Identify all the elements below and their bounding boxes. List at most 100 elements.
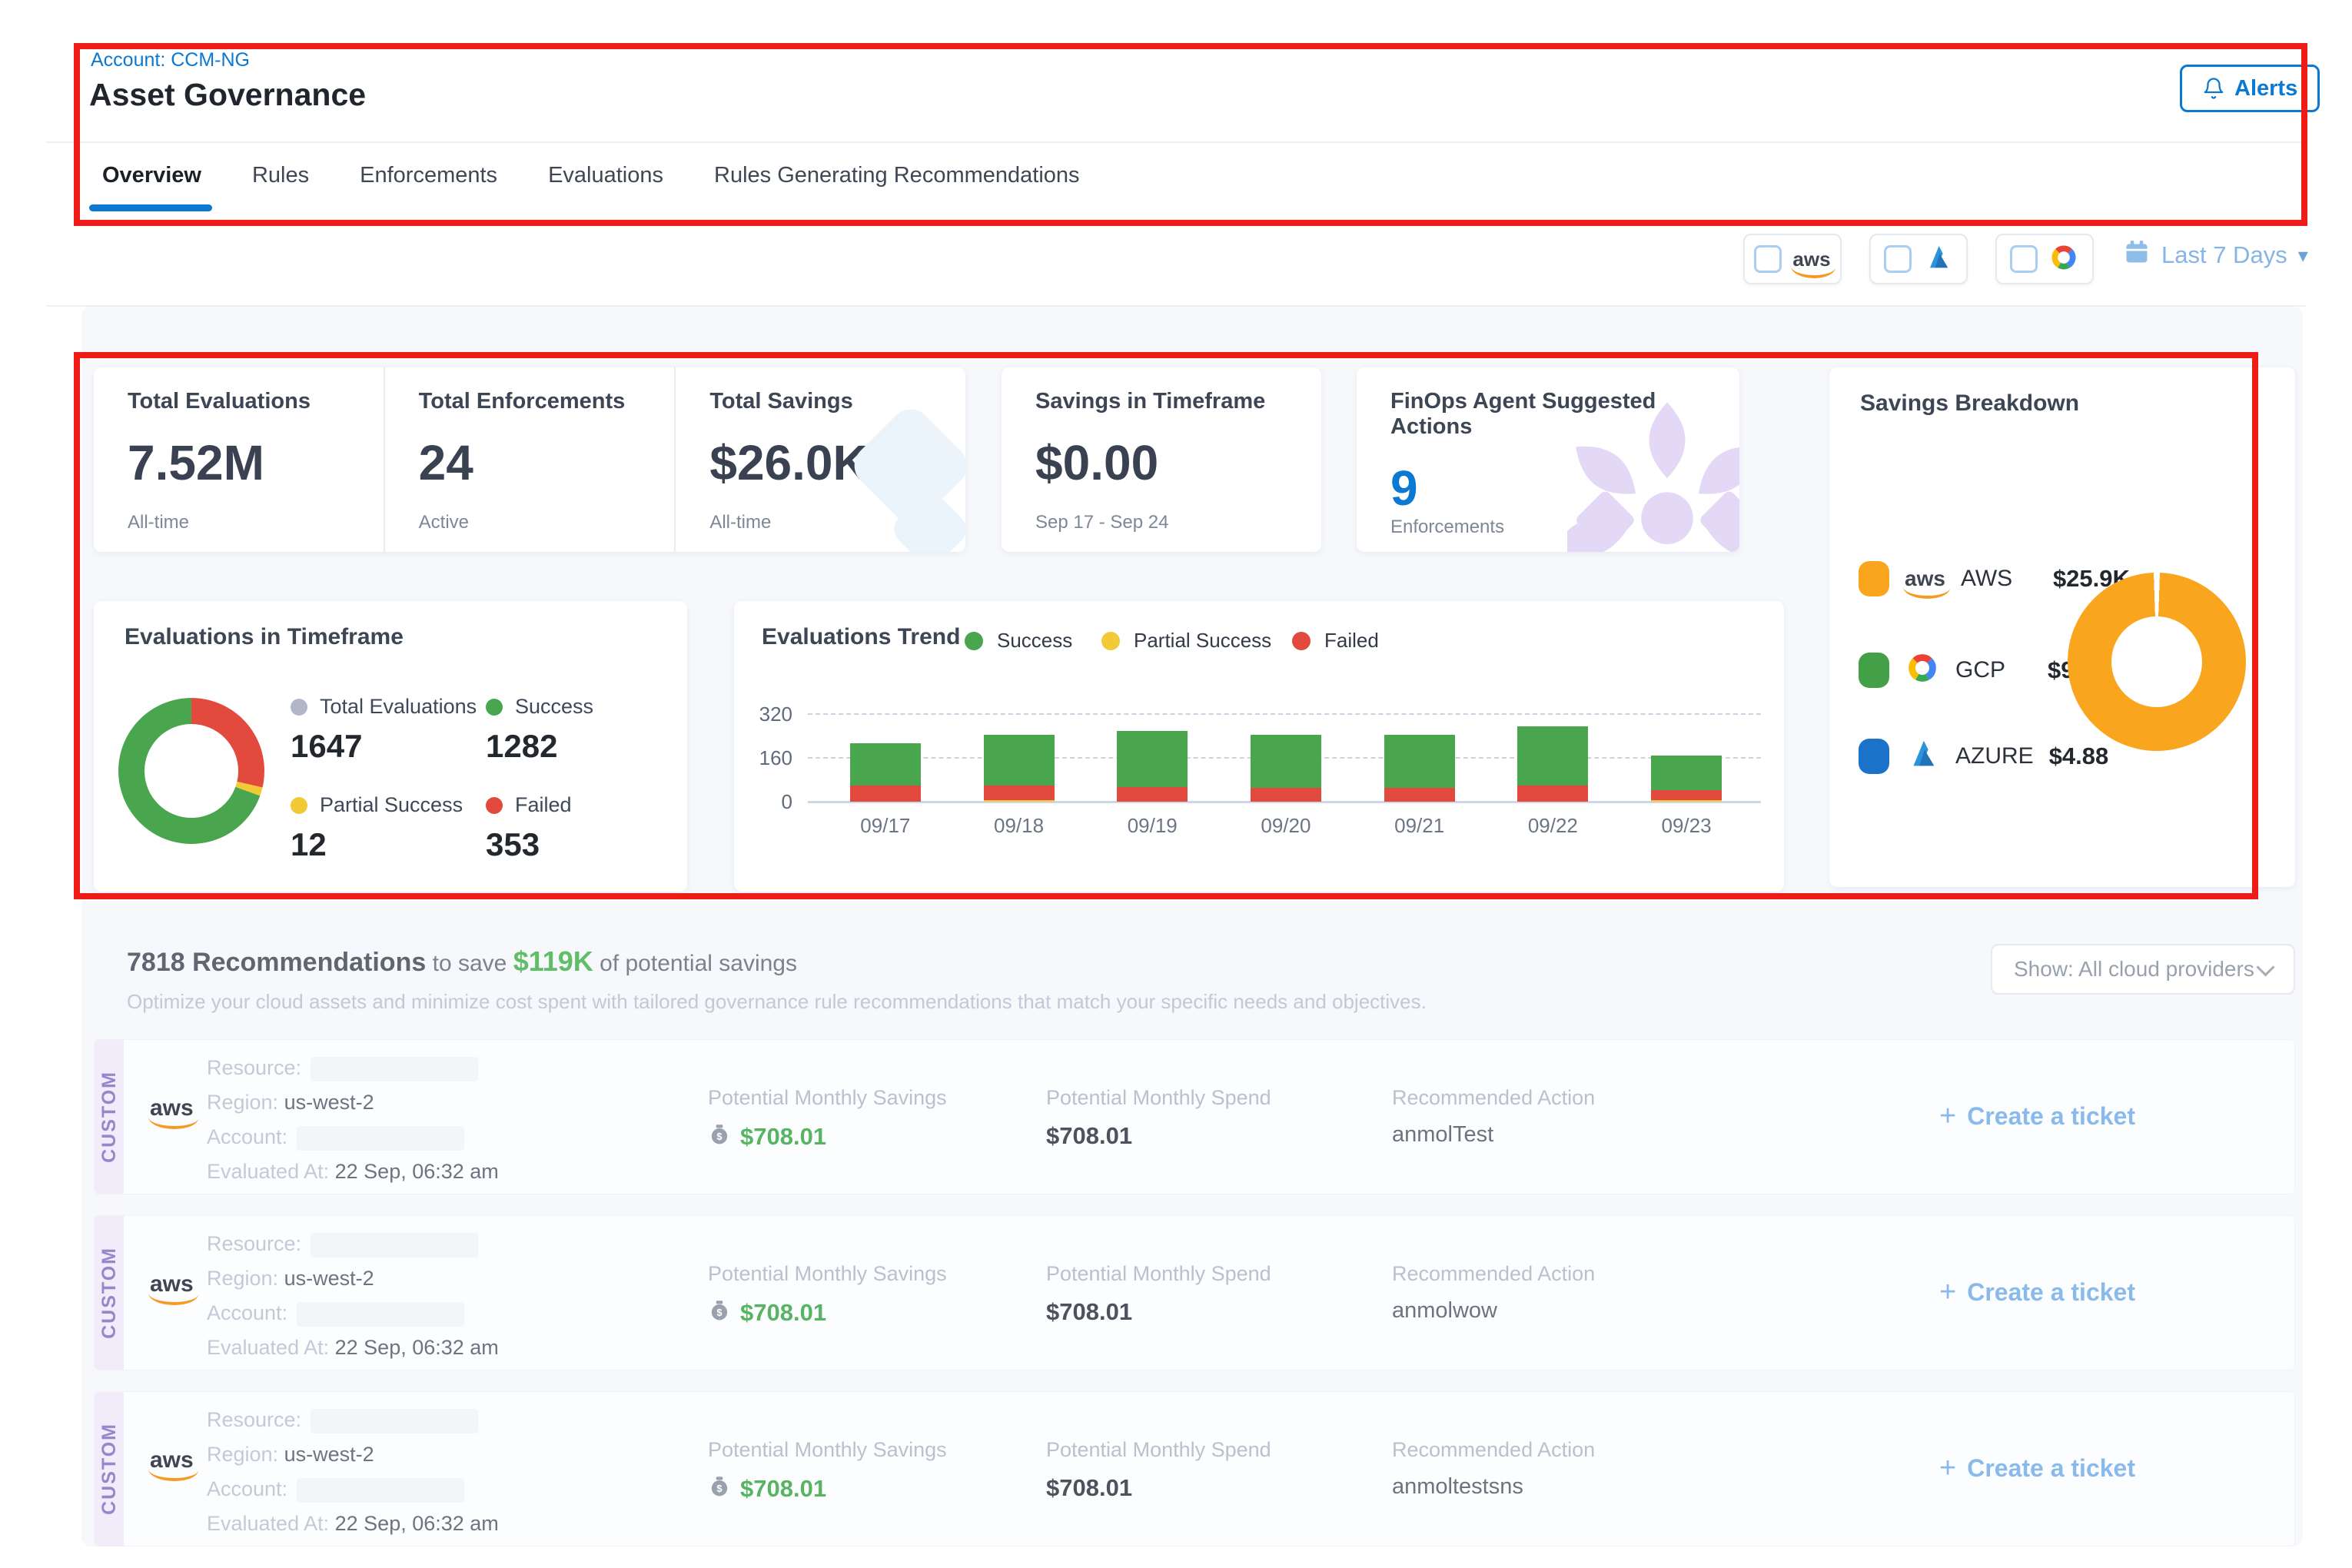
bar-segment	[1384, 735, 1455, 788]
create-ticket-label: Create a ticket	[1967, 1454, 2135, 1483]
tab-rules[interactable]: Rules	[252, 163, 309, 188]
bar-segment	[1384, 788, 1455, 802]
recommendations-count: 7818 Recommendations	[127, 948, 426, 977]
filter-provider-aws[interactable]: aws	[1743, 234, 1842, 284]
success-dot	[486, 699, 503, 716]
legend-label: Failed	[1324, 629, 1379, 653]
action-value: anmoltestsns	[1392, 1474, 1595, 1500]
stat-sub: Sep 17 - Sep 24	[1035, 512, 1321, 533]
tab-evaluations[interactable]: Evaluations	[548, 163, 663, 188]
failed-dot	[486, 797, 503, 814]
trend-bar-09/18: 09/18	[984, 712, 1055, 802]
account-label: Account:	[207, 1477, 287, 1500]
resource-fields: Resource: Region: us-west-2 Account: Eva…	[207, 1051, 499, 1189]
bar-segment	[1251, 735, 1321, 788]
redacted-resource-value	[311, 1057, 478, 1081]
page-title: Asset Governance	[89, 77, 366, 113]
evaluated-label: Evaluated At:	[207, 1512, 329, 1535]
card-title: Evaluations in Timeframe	[125, 624, 404, 650]
legend-label: Partial Success	[1134, 629, 1271, 653]
aws-icon: aws	[1792, 249, 1830, 269]
savings-breakdown-card: Savings Breakdown aws AWS $25.9K GCP $97…	[1829, 367, 2295, 887]
recommendation-row: CUSTOM aws Resource: Region: us-west-2 A…	[94, 1391, 2295, 1546]
aws-icon: aws	[1905, 568, 1945, 590]
x-axis-label: 09/20	[1215, 814, 1357, 838]
trend-bar-09/22: 09/22	[1517, 712, 1588, 802]
azure-checkbox[interactable]	[1884, 245, 1912, 273]
dropdown-value: Show: All cloud providers	[2014, 957, 2254, 982]
alerts-button-label: Alerts	[2234, 76, 2297, 101]
heading-text: to save	[433, 951, 507, 976]
date-range-picker[interactable]: Last 7 Days ▾	[2123, 238, 2308, 272]
stat-value: $0.00	[1035, 434, 1321, 491]
recommendations-subtitle: Optimize your cloud assets and minimize …	[127, 990, 1427, 1014]
breakdown-row-aws: aws AWS $25.9K	[1859, 561, 2130, 596]
gcp-icon	[2048, 242, 2079, 277]
potential-savings-amount: $119K	[513, 945, 593, 977]
savings-breakdown-donut-chart	[2068, 573, 2246, 751]
region-label: Region:	[207, 1091, 278, 1114]
redacted-resource-value	[311, 1233, 478, 1257]
x-axis-label: 09/23	[1616, 814, 1757, 838]
potential-monthly-savings: Potential Monthly Savings $$708.01	[708, 1438, 947, 1503]
card-title: Savings Breakdown	[1860, 390, 2079, 417]
x-axis-label: 09/19	[1081, 814, 1223, 838]
savings-value: $708.01	[740, 1299, 826, 1327]
gcp-checkbox[interactable]	[2010, 245, 2038, 273]
aws-icon: aws	[150, 1273, 194, 1296]
stat-label: Savings in Timeframe	[1035, 389, 1321, 414]
potential-monthly-savings: Potential Monthly Savings $$708.01	[708, 1262, 947, 1327]
azure-icon	[1922, 242, 1953, 277]
column-label: Potential Monthly Spend	[1046, 1438, 1271, 1462]
redacted-account-value	[297, 1302, 464, 1327]
aws-checkbox[interactable]	[1754, 245, 1782, 273]
provider-name: GCP	[1955, 657, 2032, 683]
evaluated-value: 22 Sep, 06:32 am	[335, 1160, 499, 1183]
filter-provider-gcp[interactable]	[1995, 234, 2094, 284]
calendar-icon	[2123, 238, 2151, 272]
tab-enforcements[interactable]: Enforcements	[360, 163, 497, 188]
tab-bar: Overview Rules Enforcements Evaluations …	[102, 163, 1080, 188]
bar-segment	[1251, 788, 1321, 802]
create-ticket-button[interactable]: + Create a ticket	[1939, 1452, 2135, 1485]
resource-label: Resource:	[207, 1056, 301, 1079]
create-ticket-button[interactable]: +Create a ticket	[1939, 1276, 2135, 1309]
cloud-provider-filter-dropdown[interactable]: Show: All cloud providers	[1991, 944, 2295, 995]
resource-fields: Resource: Region: us-west-2 Account: Eva…	[207, 1403, 499, 1541]
create-ticket-button[interactable]: +Create a ticket	[1939, 1100, 2135, 1133]
account-breadcrumb[interactable]: Account: CCM-NG	[91, 49, 250, 71]
recommendations-heading: 7818 Recommendations to save $119K of po…	[127, 945, 797, 978]
partial-success-dot	[1101, 632, 1120, 650]
filter-provider-azure[interactable]	[1869, 234, 1968, 284]
bar-segment	[1117, 787, 1188, 802]
gcp-icon	[1905, 650, 1940, 689]
summary-stats-card: Total Evaluations 7.52M All-time Total E…	[94, 367, 965, 552]
y-axis-tick: 160	[742, 746, 792, 770]
savings-in-timeframe-card: Savings in Timeframe $0.00 Sep 17 - Sep …	[1002, 367, 1321, 552]
custom-rule-tag: CUSTOM	[95, 1392, 124, 1546]
custom-rule-tag: CUSTOM	[95, 1040, 124, 1194]
bar-segment	[1117, 731, 1188, 787]
plus-icon: +	[1939, 1452, 1956, 1485]
tab-overview[interactable]: Overview	[102, 163, 201, 188]
trend-bar-09/23: 09/23	[1651, 712, 1722, 802]
recommended-action: Recommended Action anmolTest	[1392, 1086, 1595, 1148]
evaluations-trend-card: Evaluations Trend Success Partial Succes…	[734, 601, 1784, 892]
date-range-label: Last 7 Days	[2161, 241, 2287, 269]
tab-rules-generating-recommendations[interactable]: Rules Generating Recommendations	[714, 163, 1080, 188]
azure-legend-swatch	[1859, 739, 1889, 774]
svg-text:$: $	[716, 1307, 722, 1318]
resource-label: Resource:	[207, 1232, 301, 1255]
asset-governance-page: Account: CCM-NG Asset Governance Alerts …	[0, 0, 2352, 1568]
region-value: us-west-2	[284, 1091, 374, 1114]
alerts-button[interactable]: Alerts	[2180, 65, 2320, 112]
create-ticket-label: Create a ticket	[1967, 1102, 2135, 1131]
action-value: anmolwow	[1392, 1298, 1595, 1324]
y-axis-tick: 320	[742, 703, 792, 726]
create-ticket-label: Create a ticket	[1967, 1278, 2135, 1307]
recommendation-row: CUSTOM aws Resource: Region: us-west-2 A…	[94, 1039, 2295, 1194]
recommended-action: Recommended Action anmoltestsns	[1392, 1438, 1595, 1500]
annotation-box-header	[74, 43, 2307, 226]
account-label: Account:	[207, 1125, 287, 1148]
total-savings-stat: Total Savings $26.0K All-time	[674, 367, 965, 552]
